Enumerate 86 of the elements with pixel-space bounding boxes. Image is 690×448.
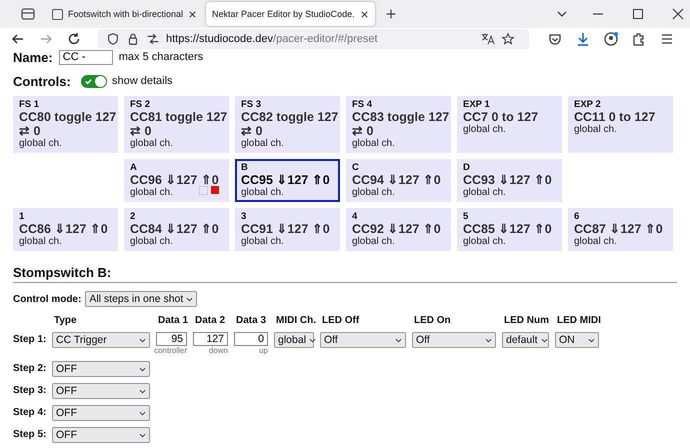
step-label: Step 4:	[13, 406, 46, 418]
data-field[interactable]: 95	[156, 332, 187, 346]
close-icon[interactable]	[360, 10, 369, 18]
data-field[interactable]: 127	[193, 332, 228, 346]
permissions-icon[interactable]	[146, 32, 160, 46]
plus-icon[interactable]	[384, 7, 398, 21]
control-card[interactable]: FS 4 CC83 toggle 127 ⇄ 0 global ch.	[346, 96, 451, 153]
column-header: Data 1	[157, 315, 187, 326]
controls-label: Controls:	[13, 74, 72, 88]
check-icon	[84, 76, 93, 86]
caret-icon	[588, 338, 595, 342]
led-off-select[interactable]: Off	[320, 332, 406, 348]
led-indicator-icon	[211, 186, 219, 194]
account-icon[interactable]	[603, 31, 619, 47]
lock-icon[interactable]	[126, 32, 140, 46]
midi-channel-select[interactable]: global	[274, 332, 314, 348]
caret-icon	[395, 338, 402, 342]
control-card[interactable]: 1 CC86 ⇓127 ⇑0 global ch.	[13, 208, 118, 251]
type-select[interactable]: CC Trigger	[52, 332, 150, 348]
type-select[interactable]: OFF	[52, 361, 150, 377]
caret-icon	[139, 366, 146, 372]
control-card[interactable]: FS 2 CC81 toggle 127 ⇄ 0 global ch.	[124, 96, 229, 153]
section-heading: Stompswitch B:	[13, 265, 677, 283]
step-label: Step 2:	[13, 362, 46, 374]
maximize-icon[interactable]	[630, 6, 646, 22]
star-icon[interactable]	[501, 32, 515, 46]
browser-tab[interactable]: Nektar Pacer Editor by StudioCode.	[206, 2, 375, 26]
control-card[interactable]: 5 CC85 ⇓127 ⇑0 global ch.	[457, 208, 562, 251]
column-header: Type	[53, 315, 78, 326]
close-icon[interactable]	[670, 6, 686, 22]
name-hint: max 5 characters	[118, 51, 204, 63]
step-label: Step 5:	[13, 428, 46, 440]
control-card[interactable]: 2 CC84 ⇓127 ⇑0 global ch.	[124, 208, 229, 251]
control-card[interactable]: EXP 1 CC7 0 to 127 global ch.	[457, 96, 562, 153]
translate-icon[interactable]	[481, 32, 495, 46]
type-select[interactable]: OFF	[52, 405, 150, 421]
control-card[interactable]: 4 CC92 ⇓127 ⇑0 global ch.	[346, 208, 451, 251]
caret-icon	[485, 338, 492, 342]
column-header: LED Off	[321, 315, 360, 326]
control-card[interactable]: D CC93 ⇓127 ⇑0 global ch.	[457, 159, 562, 202]
field-hint: controller	[154, 346, 187, 355]
step-label: Step 1:	[13, 333, 46, 345]
type-select[interactable]: OFF	[52, 383, 150, 399]
control-mode-select[interactable]: All steps in one shot	[85, 291, 198, 307]
name-label: Name:	[13, 50, 53, 64]
caret-icon	[139, 432, 146, 438]
caret-icon	[139, 388, 146, 394]
data-field[interactable]: 0	[234, 332, 268, 346]
control-card[interactable]: A CC96 ⇓127 ⇑0 global ch.	[124, 159, 229, 202]
name-field[interactable]: CC -	[58, 50, 113, 64]
led-on-select[interactable]: Off	[412, 332, 496, 348]
control-mode-label: Control mode:	[13, 294, 82, 304]
step-label: Step 3:	[13, 384, 46, 396]
column-header: Data 3	[235, 315, 268, 326]
caret-icon	[139, 338, 146, 342]
column-header: MIDI Ch.	[275, 315, 314, 326]
control-card[interactable]: 6 CC87 ⇓127 ⇑0 global ch.	[568, 208, 673, 251]
address-bar[interactable]: https://studiocode.dev/pacer-editor/#/preset	[98, 29, 529, 49]
caret-icon	[309, 338, 316, 342]
caret-icon	[540, 338, 548, 342]
shield-icon[interactable]	[106, 32, 120, 46]
download-icon[interactable]	[575, 31, 591, 47]
control-card[interactable]: C CC94 ⇓127 ⇑0 global ch.	[346, 159, 451, 202]
control-card[interactable]: EXP 2 CC11 0 to 127 global ch.	[568, 96, 673, 153]
tab-list-icon[interactable]	[20, 6, 36, 22]
column-header: Data 2	[194, 315, 226, 326]
caret-icon	[139, 410, 146, 416]
led-num-select[interactable]: default	[502, 332, 549, 348]
browser-tab[interactable]: Footswitch with bi-directional	[46, 2, 204, 26]
close-icon[interactable]	[188, 10, 198, 18]
control-card[interactable]: FS 1 CC80 toggle 127 ⇄ 0 global ch.	[13, 96, 118, 153]
toggle-switch[interactable]	[81, 74, 107, 88]
field-hint: down	[208, 346, 228, 355]
led-midi-select[interactable]: ON	[555, 332, 599, 348]
reload-icon[interactable]	[66, 31, 82, 47]
control-card[interactable]: 3 CC91 ⇓127 ⇑0 global ch.	[235, 208, 340, 251]
column-header: LED On	[413, 315, 452, 326]
dotted-square-icon	[199, 186, 208, 195]
field-hint: up	[259, 346, 268, 355]
column-header: LED Num	[503, 315, 549, 326]
caret-icon	[186, 296, 194, 302]
control-card[interactable]: FS 3 CC82 toggle 127 ⇄ 0 global ch.	[235, 96, 340, 153]
column-header: LED MIDI	[556, 315, 599, 326]
control-card[interactable]: B CC95 ⇓127 ⇑0 global ch.	[235, 159, 340, 202]
type-select[interactable]: OFF	[52, 427, 150, 443]
toggle-label: show details	[112, 75, 173, 87]
